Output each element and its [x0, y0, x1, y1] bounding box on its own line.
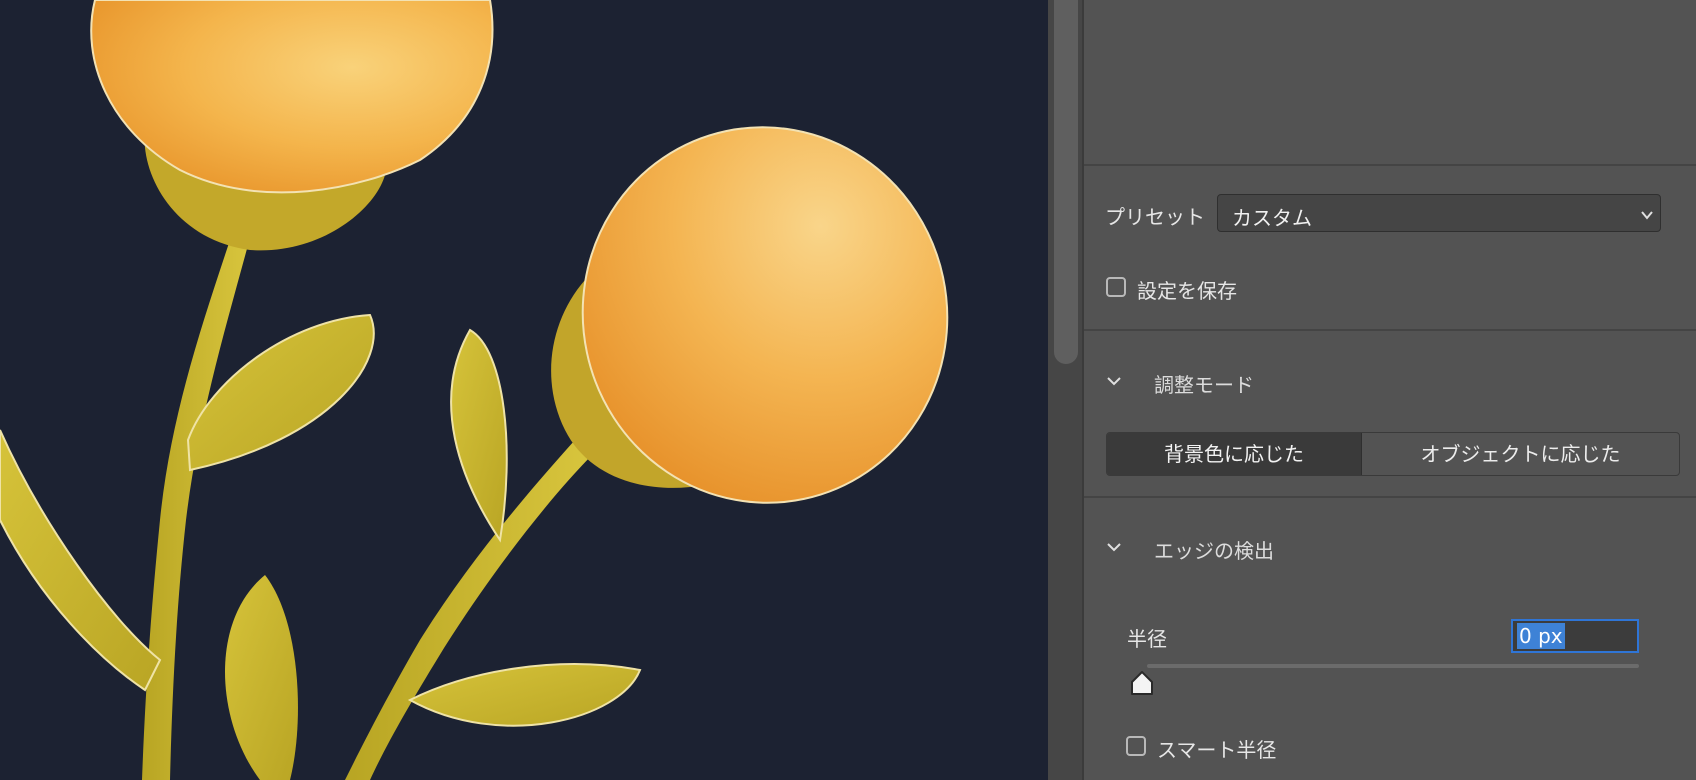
- edge-detection-title: エッジの検出: [1154, 539, 1274, 563]
- smart-radius-label: スマート半径: [1157, 738, 1277, 762]
- radius-label: 半径: [1127, 627, 1167, 651]
- radius-value: 0 px: [1517, 623, 1565, 649]
- adjust-mode-background-option[interactable]: 背景色に応じた: [1107, 433, 1361, 475]
- chevron-down-icon: [1641, 211, 1653, 220]
- preset-label: プリセット: [1105, 205, 1205, 229]
- scrollbar-thumb[interactable]: [1054, 0, 1078, 364]
- chevron-down-icon[interactable]: [1107, 374, 1121, 388]
- flower-illustration: [0, 0, 949, 780]
- refine-edge-panel: プリセット カスタム 設定を保存 調整モード 背景色に応じた オブジェクトに応じ…: [1084, 0, 1696, 780]
- preset-value: カスタム: [1232, 206, 1312, 230]
- adjust-mode-object-option[interactable]: オブジェクトに応じた: [1362, 433, 1679, 475]
- image-canvas[interactable]: [0, 0, 1048, 780]
- chevron-down-icon[interactable]: [1107, 540, 1121, 554]
- radius-slider-track[interactable]: [1147, 664, 1639, 668]
- smart-radius-checkbox[interactable]: [1126, 736, 1146, 756]
- save-settings-label: 設定を保存: [1137, 279, 1237, 303]
- section-divider: [1084, 496, 1696, 498]
- section-divider: [1084, 164, 1696, 166]
- section-divider: [1084, 329, 1696, 331]
- preset-dropdown[interactable]: カスタム: [1217, 194, 1661, 232]
- adjust-mode-segmented-control: 背景色に応じた オブジェクトに応じた: [1106, 432, 1680, 476]
- radius-slider-thumb[interactable]: [1130, 670, 1154, 696]
- radius-input[interactable]: 0 px: [1511, 619, 1639, 653]
- adjust-mode-title: 調整モード: [1154, 373, 1254, 397]
- save-settings-checkbox[interactable]: [1106, 277, 1126, 297]
- vertical-scrollbar[interactable]: [1048, 0, 1084, 780]
